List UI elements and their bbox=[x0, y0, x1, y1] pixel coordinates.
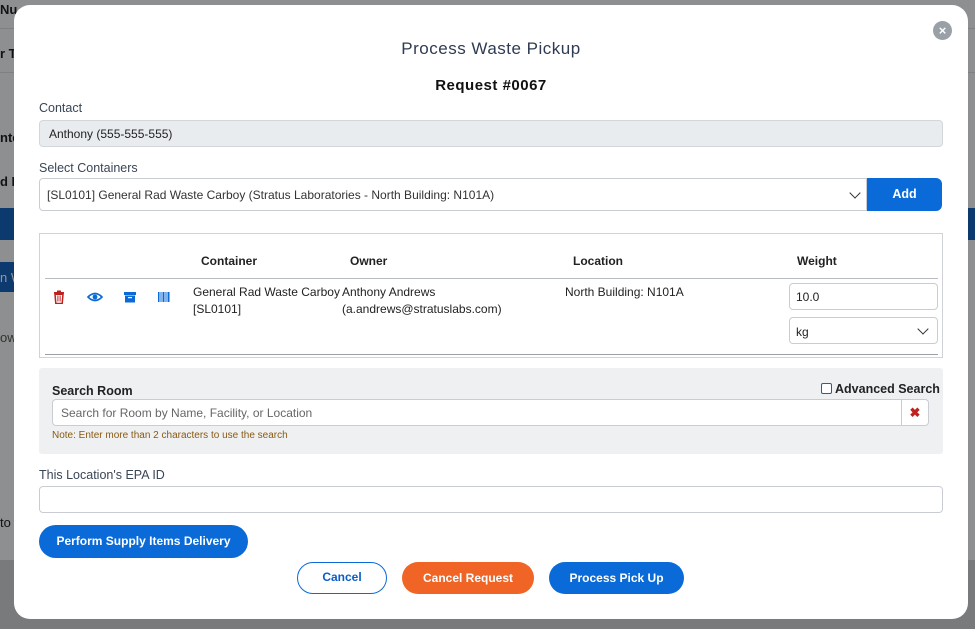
owner-name: Anthony Andrews bbox=[342, 285, 436, 299]
eye-icon[interactable] bbox=[87, 290, 103, 304]
epa-id-input[interactable] bbox=[39, 486, 943, 513]
perform-supply-delivery-button[interactable]: Perform Supply Items Delivery bbox=[39, 525, 248, 558]
archive-icon[interactable] bbox=[123, 290, 137, 304]
cancel-request-button[interactable]: Cancel Request bbox=[402, 562, 534, 594]
barcode-icon[interactable] bbox=[157, 290, 171, 304]
container-name: General Rad Waste Carboy bbox=[193, 285, 340, 299]
chevron-down-icon bbox=[917, 323, 929, 335]
chevron-down-icon bbox=[849, 187, 861, 199]
column-header-location: Location bbox=[573, 254, 623, 268]
select-containers-label: Select Containers bbox=[39, 161, 138, 175]
header-divider bbox=[45, 278, 938, 279]
weight-input[interactable]: 10.0 bbox=[789, 283, 938, 310]
clear-search-icon[interactable]: ✖ bbox=[902, 399, 929, 426]
room-search-input[interactable]: Search for Room by Name, Facility, or Lo… bbox=[52, 399, 902, 426]
cell-owner: Anthony Andrews (a.andrews@stratuslabs.c… bbox=[342, 284, 502, 318]
container-select-value: [SL0101] General Rad Waste Carboy (Strat… bbox=[47, 188, 495, 202]
epa-id-label: This Location's EPA ID bbox=[39, 468, 165, 482]
unit-select-value: kg bbox=[796, 325, 809, 339]
cell-location: North Building: N101A bbox=[565, 285, 684, 299]
unit-select[interactable]: kg bbox=[789, 317, 938, 344]
process-pickup-button[interactable]: Process Pick Up bbox=[549, 562, 684, 594]
search-note: Note: Enter more than 2 characters to us… bbox=[52, 430, 288, 441]
container-id: [SL0101] bbox=[193, 302, 242, 316]
request-number: Request #0067 bbox=[435, 77, 547, 94]
contact-label: Contact bbox=[39, 101, 83, 115]
column-header-owner: Owner bbox=[350, 254, 388, 268]
search-room-panel: Search Room Advanced Search Search for R… bbox=[39, 368, 943, 454]
advanced-search-label[interactable]: Advanced Search bbox=[835, 382, 940, 396]
containers-table: Container Owner Location Weight General … bbox=[39, 233, 943, 358]
owner-email: (a.andrews@stratuslabs.com) bbox=[342, 302, 502, 316]
table-bottom-divider bbox=[45, 354, 938, 355]
advanced-search-checkbox[interactable] bbox=[821, 383, 832, 394]
trash-icon[interactable] bbox=[52, 290, 66, 304]
process-waste-pickup-modal: × Process Waste Pickup Request #0067 Con… bbox=[14, 5, 968, 619]
cancel-button[interactable]: Cancel bbox=[297, 562, 387, 594]
column-header-container: Container bbox=[201, 254, 258, 268]
add-container-button[interactable]: Add bbox=[867, 178, 942, 211]
cell-container: General Rad Waste Carboy [SL0101] bbox=[193, 284, 340, 318]
modal-title: Process Waste Pickup bbox=[401, 39, 581, 58]
close-icon[interactable]: × bbox=[933, 21, 952, 40]
container-select[interactable]: [SL0101] General Rad Waste Carboy (Strat… bbox=[39, 178, 867, 211]
search-room-label: Search Room bbox=[52, 384, 133, 398]
contact-field: Anthony (555-555-555) bbox=[39, 120, 943, 147]
column-header-weight: Weight bbox=[797, 254, 837, 268]
